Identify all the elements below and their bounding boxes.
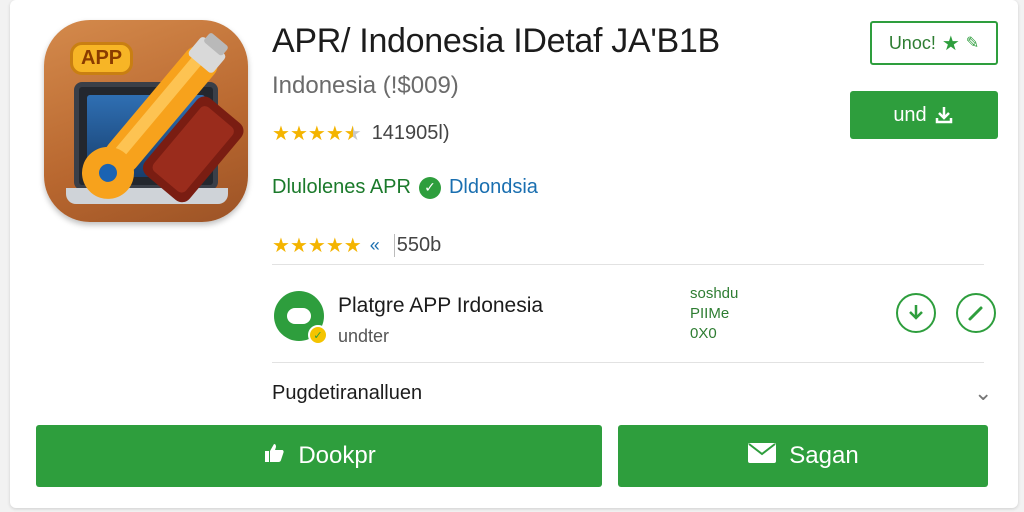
download-icon — [935, 107, 952, 124]
meta-line: PIIMe — [690, 305, 730, 322]
edit-button[interactable] — [956, 293, 996, 333]
meta-line: 0X0 — [690, 325, 717, 342]
listing-meta: soshdu PIIMe 0X0 — [690, 284, 738, 344]
app-detail-card: APP APR/ Indonesia IDetaf JA'B1B Indones… — [10, 0, 1018, 508]
star-half-icon: ★ — [343, 122, 362, 145]
like-button[interactable]: Dookpr — [36, 425, 602, 487]
mail-icon — [747, 442, 777, 471]
verified-icon: ✓ — [308, 325, 328, 345]
wrench-icon — [82, 33, 244, 203]
wishlist-label: Unoc! — [888, 32, 936, 53]
pencil-icon — [968, 306, 983, 321]
rating-row: ★ ★ ★ ★ ★ 141905l) — [272, 122, 450, 145]
download-button[interactable] — [896, 293, 936, 333]
app-title: APR/ Indonesia IDetaf JA'B1B — [272, 22, 720, 60]
like-label: Dookpr — [298, 442, 376, 469]
rating-row-2: ★ ★ ★ ★ ★ « 550b — [272, 234, 441, 257]
star-icon: ★ — [307, 234, 326, 257]
app-icon: APP — [44, 20, 248, 222]
app-subtitle: Indonesia (!$009) — [272, 72, 459, 99]
divider — [272, 362, 984, 363]
avatar: ✓ — [274, 291, 328, 345]
star-icon: ★ — [325, 122, 344, 145]
verified-icon: ✓ — [418, 176, 441, 199]
meta-line: soshdu — [690, 285, 739, 302]
message-label: Sagan — [789, 442, 859, 469]
message-button[interactable]: Sagan — [618, 425, 988, 487]
install-button[interactable]: und — [850, 91, 998, 139]
star-icon: ★ — [343, 234, 362, 257]
divider — [272, 264, 984, 265]
expand-section-label[interactable]: Pugdetiranalluen — [272, 382, 422, 405]
pencil-icon: ✎ — [965, 35, 980, 52]
wishlist-button[interactable]: Unoc! ★ ✎ — [870, 21, 998, 65]
rating-count: 141905l) — [371, 122, 450, 144]
developer-region[interactable]: Dldondsia — [449, 176, 538, 199]
thumbs-up-icon — [262, 441, 286, 472]
install-label: und — [893, 103, 927, 126]
chevron-down-icon[interactable]: ⌄ — [974, 380, 992, 406]
listing-title[interactable]: Platgre APP Irdonesia — [338, 294, 543, 318]
chat-bubble-icon — [287, 308, 311, 324]
developer-row: Dlulolenes APR ✓ Dldondsia — [272, 176, 538, 199]
share-arrow-icon[interactable]: « — [370, 235, 380, 256]
star-icon: ★ — [325, 234, 344, 257]
app-size: 550b — [393, 234, 441, 257]
star-icon: ★ — [272, 234, 290, 257]
star-icon: ★ — [289, 122, 308, 145]
star-icon: ★ — [307, 122, 326, 145]
star-icon: ★ — [272, 122, 290, 145]
star-icon: ★ — [289, 234, 308, 257]
download-icon — [909, 305, 923, 320]
developer-link[interactable]: Dlulolenes APR — [272, 176, 411, 199]
listing-subtitle: undter — [338, 326, 390, 346]
star-icon: ★ — [941, 32, 960, 55]
